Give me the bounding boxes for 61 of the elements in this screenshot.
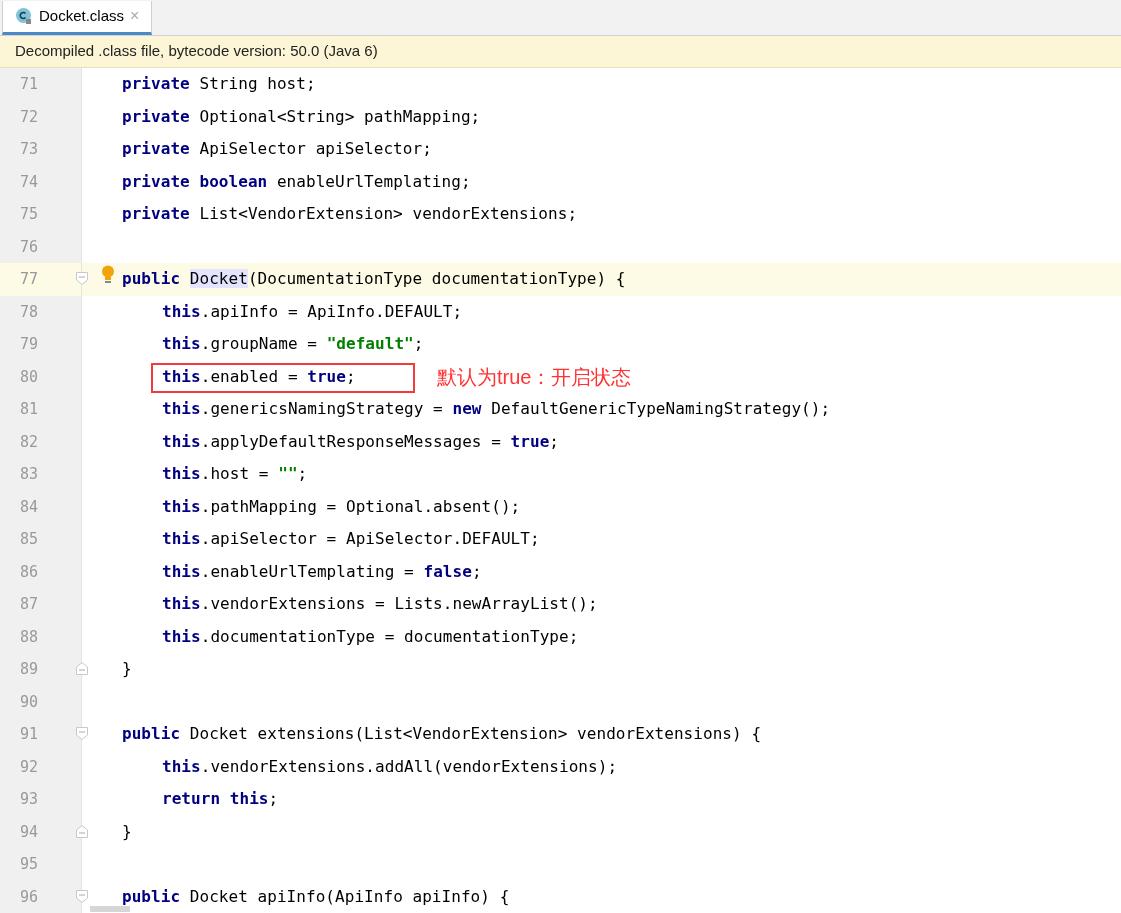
code-line: this.enableUrlTemplating = false; — [162, 561, 482, 582]
code-line: this.apiInfo = ApiInfo.DEFAULT; — [162, 301, 463, 322]
code-line: private Optional<String> pathMapping; — [122, 106, 481, 127]
horizontal-scrollbar-thumb[interactable] — [90, 906, 130, 912]
line-number: 89 — [20, 659, 39, 680]
line-number: 76 — [20, 236, 39, 258]
code-line: private boolean enableUrlTemplating; — [122, 171, 471, 192]
line-number: 74 — [20, 171, 39, 193]
line-number: 92 — [20, 756, 39, 778]
tab-title: Docket.class — [39, 6, 125, 27]
line-number: 77 — [20, 269, 39, 290]
fold-marker-icon[interactable] — [76, 272, 88, 285]
line-number: 93 — [20, 789, 39, 810]
fold-marker-icon[interactable] — [76, 662, 88, 675]
line-number: 84 — [20, 496, 39, 518]
code-line: this.apiSelector = ApiSelector.DEFAULT; — [162, 529, 540, 550]
line-number: 86 — [20, 561, 39, 583]
lightbulb-icon[interactable] — [101, 265, 115, 285]
code-line: this.vendorExtensions = Lists.newArrayList(); — [162, 594, 598, 615]
line-number: 75 — [20, 204, 39, 225]
code-line: private List<VendorExtension> vendorExtensions; — [122, 204, 578, 225]
line-number: 71 — [20, 74, 39, 95]
fold-marker-icon[interactable] — [76, 727, 88, 740]
line-number: 95 — [20, 854, 39, 875]
line-number: 72 — [20, 106, 39, 128]
code-line: public Docket(DocumentationType documentationType) { — [122, 269, 626, 290]
line-number: 90 — [20, 691, 39, 713]
line-number: 79 — [20, 334, 39, 355]
code-line: this.vendorExtensions.addAll(vendorExtensions); — [162, 756, 618, 777]
banner-message: Decompiled .class file, bytecode version: 50.0 (Java 6) — [15, 41, 378, 62]
code-line: private ApiSelector apiSelector; — [122, 139, 432, 160]
code-line: this.genericsNamingStrategy = new DefaultGenericTypeNamingStrategy(); — [162, 399, 831, 420]
code-line: this.applyDefaultResponseMessages = true; — [162, 431, 559, 452]
line-number: 96 — [20, 886, 39, 908]
fold-marker-icon[interactable] — [76, 824, 88, 838]
editor-tab[interactable]: Docket.class × — [2, 0, 153, 35]
code-line: } — [122, 659, 132, 680]
line-number: 81 — [20, 399, 39, 420]
line-number: 78 — [20, 301, 39, 323]
code-line: this.enabled = true; — [162, 366, 356, 387]
code-line: private String host; — [122, 74, 316, 95]
line-number: 82 — [20, 431, 39, 453]
code-line: public Docket extensions(List<VendorExtension> vendorExtensions) { — [122, 724, 762, 745]
code-line: public Docket apiInfo(ApiInfo apiInfo) { — [122, 886, 510, 907]
annotation-note: 默认为true：开启状态 — [437, 364, 632, 390]
line-number: 87 — [20, 594, 39, 615]
fold-marker-icon[interactable] — [76, 889, 88, 903]
code-line: this.pathMapping = Optional.absent(); — [162, 496, 521, 517]
code-line: this.host = ""; — [162, 464, 308, 485]
code-line: this.documentationType = documentationType; — [162, 626, 579, 647]
line-number: 73 — [20, 139, 39, 160]
line-number: 85 — [20, 529, 39, 550]
line-number: 88 — [20, 626, 39, 648]
line-number: 80 — [20, 366, 39, 388]
line-number: 94 — [20, 821, 39, 843]
line-number: 91 — [20, 724, 39, 745]
line-number: 83 — [20, 464, 39, 485]
code-line: this.groupName = "default"; — [162, 334, 424, 355]
code-line: return this; — [162, 789, 279, 810]
code-line: } — [122, 821, 132, 842]
class-file-icon — [15, 7, 33, 26]
